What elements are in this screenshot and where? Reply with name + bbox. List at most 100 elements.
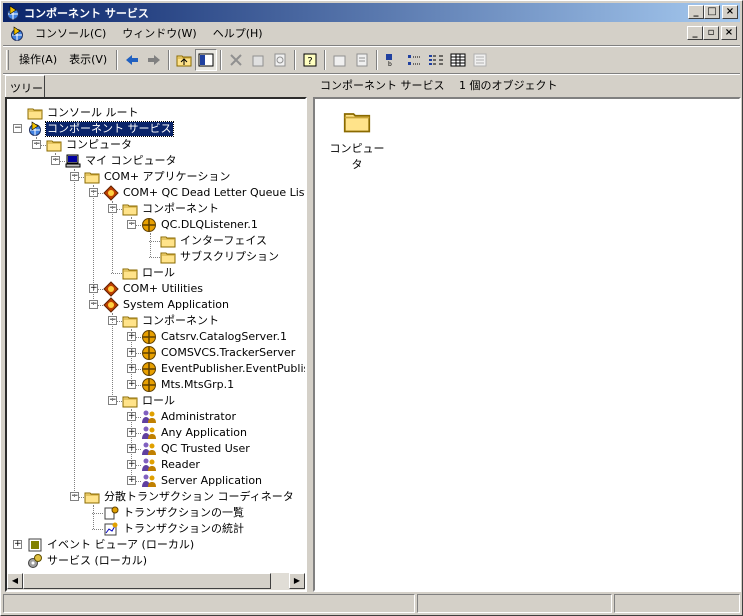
delete-button[interactable] [225,49,247,71]
forward-button[interactable] [143,49,165,71]
component-icon [141,361,157,377]
tree-node-label: トランザクションの一覧 [123,506,244,519]
tree-node-label: COMSVCS.TrackerServer [161,346,296,359]
component-icon [141,345,157,361]
tree-node-components[interactable]: コンポーネント [122,201,220,217]
collapse-toggle[interactable]: − [13,124,22,133]
event-viewer-icon [27,537,43,553]
status-pane-3 [614,594,740,613]
small-icons-button[interactable] [403,49,425,71]
tree-node-role-qc-trusted-user[interactable]: QC Trusted User [141,441,251,457]
mdi-minimize-button[interactable]: _ [687,26,703,40]
expand-toggle[interactable]: + [13,540,22,549]
tree-node-subscriptions[interactable]: サブスクリプション [160,249,280,265]
component-icon [141,377,157,393]
pane-header-row: ツリー コンポーネント サービス 1 個のオブジェクト [3,75,740,97]
list-item-computers[interactable]: コンピュータ [327,107,387,172]
tree-node-roles[interactable]: ロール [122,265,176,281]
tree-node-label: コンポーネント サービス [45,121,174,137]
view-menu-button[interactable]: 表示(V) [63,50,113,70]
tree-node-system-application[interactable]: System Application [103,297,230,313]
scroll-track[interactable] [23,573,289,590]
role-icon [141,409,157,425]
tree-node-component-services[interactable]: コンポーネント サービス [27,121,174,137]
delete-icon [230,54,242,66]
scroll-thumb[interactable] [23,573,271,589]
folder-icon [122,313,138,329]
tree-node-components[interactable]: コンポーネント [122,313,220,329]
close-button[interactable]: × [722,5,738,19]
mdi-restore-button[interactable]: ▫ [703,26,719,40]
tree-node-label: コンポーネント [142,314,219,327]
show-hide-tree-button[interactable] [195,49,218,71]
tree-node-role-server-application[interactable]: Server Application [141,473,263,489]
filter-button[interactable] [469,49,491,71]
mdi-close-button[interactable]: × [721,26,737,40]
tree-node-label: Server Application [161,474,263,487]
tree-node-qc-dlqlistener[interactable]: QC.DLQListener.1 [141,217,259,233]
component-services-icon [5,5,21,21]
folder-icon [46,137,62,153]
tree-node-roles[interactable]: ロール [122,393,176,409]
tree-node-services[interactable]: サービス (ローカル) [27,553,148,569]
tree-node-distributed-transaction-coordinator[interactable]: 分散トランザクション コーディネータ [84,489,295,505]
tree-node-label: マイ コンピュータ [85,154,177,167]
tree-view[interactable]: コンソール ルート コンポーネント サービス − コンピュータ − マイ コンピュータ − C… [7,99,305,571]
right-pane-header: コンポーネント サービス 1 個のオブジェクト [320,79,558,92]
back-button[interactable] [121,49,143,71]
tree-node-catsrv-catalogserver[interactable]: Catsrv.CatalogServer.1 [141,329,288,345]
tree-node-complus-applications[interactable]: COM+ アプリケーション [84,169,231,185]
maximize-button[interactable]: □ [704,5,720,19]
tree-node-interfaces[interactable]: インターフェイス [160,233,268,249]
tree-node-role-administrator[interactable]: Administrator [141,409,237,425]
toolbar: 操作(A) 表示(V) ? b [3,47,740,73]
tree-node-role-any-application[interactable]: Any Application [141,425,248,441]
toolbar-grip[interactable] [6,50,9,70]
detail-view-button[interactable] [447,49,469,71]
minimize-button[interactable]: _ [688,5,704,19]
large-icons-button[interactable]: b [381,49,403,71]
tree-node-label: インターフェイス [180,234,268,247]
tree-node-transaction-statistics[interactable]: トランザクションの統計 [103,521,245,537]
tree-node-qc-dead-letter-queue[interactable]: COM+ QC Dead Letter Queue Lister [103,185,305,201]
tree-connector [136,385,141,386]
tree-node-my-computer[interactable]: マイ コンピュータ [65,153,178,169]
tree-connector [60,161,65,162]
properties-button[interactable] [247,49,269,71]
tree-node-eventpublisher[interactable]: EventPublisher.EventPublisher [141,361,305,377]
toolbar-separator [116,50,119,70]
tree-node-console-root[interactable]: コンソール ルート [27,105,140,121]
console-icon[interactable] [9,26,25,42]
menu-help[interactable]: ヘルプ(H) [205,25,271,43]
horizontal-scrollbar[interactable]: ◀ ▶ [7,573,305,590]
tree-node-computers[interactable]: コンピュータ [46,137,133,153]
help-button[interactable]: ? [299,49,321,71]
tree-node-role-reader[interactable]: Reader [141,457,201,473]
new-window-button[interactable] [329,49,351,71]
tree-node-transaction-list[interactable]: トランザクションの一覧 [103,505,245,521]
refresh-icon [274,53,286,67]
status-pane-1 [3,594,415,613]
tree-node-event-viewer[interactable]: イベント ビューア (ローカル) [27,537,195,553]
action-menu-button[interactable]: 操作(A) [13,50,63,70]
export-list-button[interactable] [351,49,373,71]
menu-console[interactable]: コンソール(C) [27,25,114,43]
scroll-right-button[interactable]: ▶ [289,573,305,589]
tree-connector [136,465,141,466]
list-view-button[interactable] [425,49,447,71]
tree-node-comsvcs-trackerserver[interactable]: COMSVCS.TrackerServer [141,345,296,361]
menu-window[interactable]: ウィンドウ(W) [114,25,204,43]
status-pane-2 [417,594,612,613]
svg-text:?: ? [308,56,313,67]
tree-connector [41,145,46,146]
refresh-button[interactable] [269,49,291,71]
status-bar [3,594,740,614]
up-one-level-button[interactable] [173,49,195,71]
help-icon: ? [303,53,317,67]
tab-tree[interactable]: ツリー [5,75,45,97]
application-icon [103,185,119,201]
tree-node-mts-mtsgrp[interactable]: Mts.MtsGrp.1 [141,377,235,393]
folder-icon [84,169,100,185]
tree-node-complus-utilities[interactable]: COM+ Utilities [103,281,204,297]
scroll-left-button[interactable]: ◀ [7,573,23,589]
